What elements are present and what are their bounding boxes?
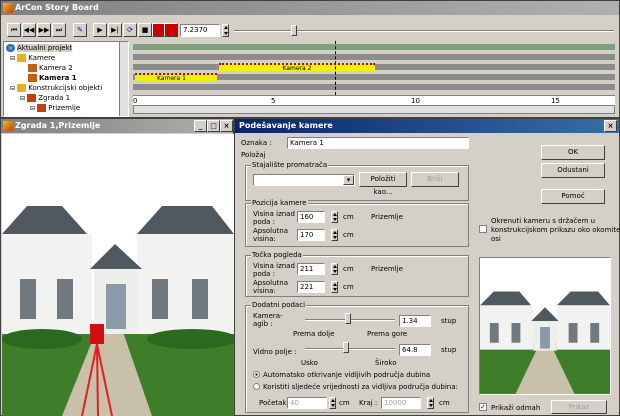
pocetak-spinner[interactable] [329,397,336,409]
tree-item-kamera1[interactable]: Kamera 1 [28,73,77,83]
viewport-window: Zgrada 1,Prizemlje _ □ × [0,118,234,416]
kamera-visina-spinner[interactable] [331,211,338,223]
tree-scrollbar[interactable] [119,42,128,116]
minimize-button[interactable]: _ [194,120,207,132]
folder-icon [17,84,27,92]
radio-manual[interactable] [253,383,260,390]
time-input[interactable]: 7.2370 [180,24,220,37]
clip-kamera1[interactable]: Kamera 1 [135,73,217,82]
time-slider-thumb[interactable] [291,25,297,36]
dodatni-group: Dodatni podaci [245,301,469,413]
odustani-button[interactable]: Odustani [541,163,605,178]
timeline-track-project [133,44,615,50]
step-back-button[interactable]: ◀◀ [22,23,36,37]
pocetak-input[interactable]: 40 [287,397,327,409]
prikaz-button[interactable]: Prikaz [551,400,607,414]
tree-item-prizemlje[interactable]: ⊟ Prizemlje [30,103,80,113]
storyboard-title: ArCon Story Board [15,3,99,12]
dialog-title: Podešavanje kamere [239,121,333,130]
loop-button[interactable]: ⟳ [123,23,137,37]
goto-end-button[interactable]: ⏭ [52,23,66,37]
viewport-icon [3,121,13,131]
kraj-spinner[interactable] [427,397,434,409]
storyboard-titlebar[interactable]: ArCon Story Board [1,1,619,15]
kamera-visina-input[interactable]: 160 [297,211,325,223]
goto-start-button[interactable]: ⏮ [7,23,21,37]
arcon-app-icon [3,3,13,13]
time-spinner[interactable] [222,24,229,37]
viewport-render[interactable] [2,134,234,416]
vidno-slider-track[interactable] [305,348,395,350]
vidno-input[interactable]: 64.8 [399,344,431,356]
clip-kamera2[interactable]: Kamera 2 [219,63,375,72]
tree-item-kamera2[interactable]: Kamera 2 [28,63,73,73]
agib-slider-thumb[interactable] [345,313,351,324]
kamera-apsolutna-input[interactable]: 170 [297,229,325,241]
radio-auto[interactable] [253,371,260,378]
dialog-titlebar[interactable]: Podešavanje kamere × [235,119,619,133]
tree-item-project[interactable]: Aktualni projekt [6,43,73,53]
camera-icon [28,64,37,72]
tocka-visina-spinner[interactable] [331,263,338,275]
tree-item-zgrada1[interactable]: ⊟ Zgrada 1 [20,93,70,103]
floor-icon [37,104,47,112]
polozaj-label: Položaj [241,151,266,159]
okrenuti-checkbox[interactable] [479,225,487,233]
play-step-button[interactable]: ▶| [108,23,122,37]
project-tree: Aktualni projekt ⊟ Kamere Kamera 2 Kamer… [3,41,129,117]
ok-button[interactable]: OK [541,145,605,160]
tree-item-kamere[interactable]: ⊟ Kamere [10,53,55,63]
time-cursor[interactable] [335,41,336,95]
tocka-visina-input[interactable]: 211 [297,263,325,275]
kamera-apsolutna-spinner[interactable] [331,229,338,241]
folder-icon [17,54,27,62]
viewport-titlebar[interactable]: Zgrada 1,Prizemlje _ □ × [1,119,233,133]
camera-path-icon[interactable]: ✎ [73,23,87,37]
close-button[interactable]: × [220,120,233,132]
storyboard-window: ArCon Story Board ⏮ ◀◀ ▶▶ ⏭ ✎ ▶ ▶| ⟳ ■ 7… [0,0,620,118]
prikazi-odmah-checkbox[interactable]: ✓ [479,403,487,411]
step-forward-button[interactable]: ▶▶ [37,23,51,37]
oznaka-label: Oznaka : [241,139,272,147]
dialog-close-button[interactable]: × [604,120,617,132]
timeline-track-konstrukcijski [133,84,615,90]
pomoc-button[interactable]: Pomoć [541,189,605,204]
stajaliste-dropdown-button[interactable]: ▾ [343,175,354,185]
camera-dialog: Podešavanje kamere × Oznaka : Kamera 1 P… [234,118,620,416]
brisi-button[interactable]: Briši [411,172,459,187]
oznaka-input[interactable]: Kamera 1 [287,137,469,149]
camera-icon [28,74,37,82]
timeline-ruler: 0 5 10 15 [133,95,615,105]
timeline-track-kamere [133,54,615,60]
record-stop-button[interactable] [164,23,178,37]
polozi-kao-button[interactable]: Položiti kao... [359,172,407,196]
building-icon [27,94,37,102]
tocka-apsolutna-input[interactable]: 221 [297,281,325,293]
stop-button[interactable]: ■ [138,23,152,37]
kraj-input[interactable]: 10000 [381,397,421,409]
vidno-slider-thumb[interactable] [343,342,349,353]
tocka-apsolutna-spinner[interactable] [331,281,338,293]
play-button[interactable]: ▶ [93,23,107,37]
globe-icon [6,44,15,52]
agib-input[interactable]: 1.34 [399,315,431,327]
tree-item-konstrukcijski[interactable]: ⊟ Konstrukcijski objekti [10,83,102,93]
viewport-title: Zgrada 1,Prizemlje [15,121,101,130]
stajaliste-select[interactable] [253,174,355,186]
preview-render [479,257,611,395]
maximize-button[interactable]: □ [207,120,220,132]
timeline-hscrollbar[interactable] [133,105,615,114]
